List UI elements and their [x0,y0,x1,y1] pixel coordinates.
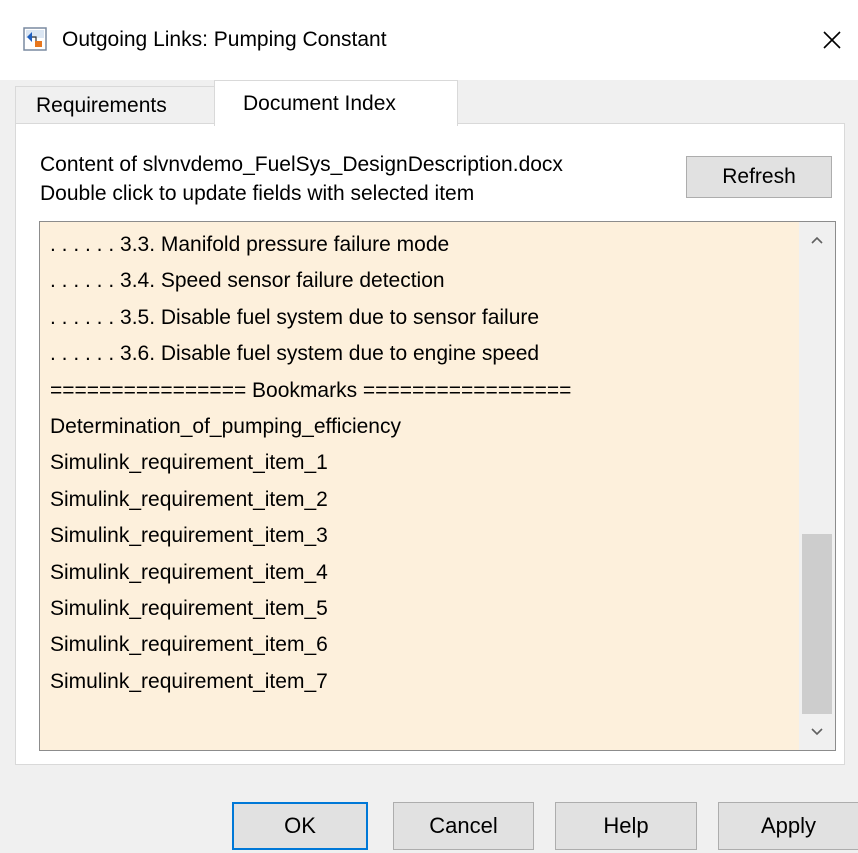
list-item[interactable]: Simulink_requirement_item_7 [50,664,328,700]
list-item[interactable]: . . . . . . 3.6. Disable fuel system due… [50,336,539,372]
list-item[interactable]: ================ Bookmarks =============… [50,373,571,409]
list-item[interactable]: Simulink_requirement_item_5 [50,591,328,627]
list-item[interactable]: Simulink_requirement_item_1 [50,445,328,481]
list-item[interactable]: Simulink_requirement_item_6 [50,627,328,663]
list-item[interactable]: Simulink_requirement_item_2 [50,482,328,518]
list-item[interactable]: Determination_of_pumping_efficiency [50,409,401,445]
list-item[interactable]: . . . . . . 3.4. Speed sensor failure de… [50,263,445,299]
document-index-list[interactable]: . . . . . . 3.3. Manifold pressure failu… [39,221,836,751]
vertical-scrollbar[interactable] [799,222,835,750]
scroll-down-button[interactable] [799,714,835,750]
tab-requirements[interactable]: Requirements [15,86,215,124]
close-icon [823,31,841,49]
window-title: Outgoing Links: Pumping Constant [62,28,387,51]
simulink-app-icon [23,27,47,51]
tab-document-index[interactable]: Document Index [214,80,458,126]
list-item[interactable]: Simulink_requirement_item_4 [50,555,328,591]
list-item[interactable]: Simulink_requirement_item_3 [50,518,328,554]
scroll-thumb[interactable] [802,534,832,714]
refresh-button[interactable]: Refresh [686,156,832,198]
ok-button[interactable]: OK [232,802,368,850]
cancel-button[interactable]: Cancel [393,802,534,850]
scroll-up-button[interactable] [799,222,835,258]
chevron-up-icon [811,236,823,244]
document-index-panel: Content of slvnvdemo_FuelSys_DesignDescr… [15,123,845,765]
instruction-text: Double click to update fields with selec… [40,182,475,205]
help-button[interactable]: Help [555,802,697,850]
chevron-down-icon [811,728,823,736]
content-description: Content of slvnvdemo_FuelSys_DesignDescr… [40,153,563,176]
list-item[interactable]: . . . . . . 3.5. Disable fuel system due… [50,300,539,336]
close-button[interactable] [812,20,852,60]
tab-strip: Requirements Document Index [0,80,858,126]
apply-button[interactable]: Apply [718,802,858,850]
title-bar: Outgoing Links: Pumping Constant [0,0,858,80]
list-item[interactable]: . . . . . . 3.3. Manifold pressure failu… [50,227,449,263]
